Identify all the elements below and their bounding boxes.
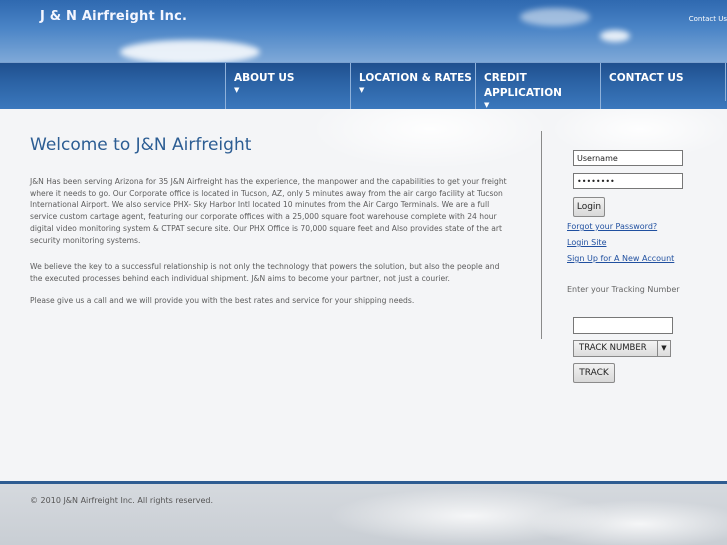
- username-field[interactable]: [573, 150, 683, 166]
- chevron-down-icon: ▼: [484, 101, 490, 109]
- nav-item-credit-application[interactable]: CREDIT APPLICATION ▼: [475, 63, 600, 110]
- main-content: Welcome to J&N Airfreight J&N Has been s…: [0, 109, 727, 481]
- intro-paragraph: Please give us a call and we will provid…: [30, 296, 415, 305]
- chevron-down-icon: ▼: [657, 341, 670, 356]
- nav-item-about-us[interactable]: ABOUT US ▼: [225, 63, 350, 110]
- tracking-type-select[interactable]: TRACK NUMBER ▼: [573, 340, 671, 357]
- site-logo[interactable]: J & N Airfreight Inc.: [40, 9, 187, 24]
- site-header: J & N Airfreight Inc. Contact Us: [0, 0, 727, 62]
- nav-item-label: CONTACT US: [609, 72, 684, 84]
- intro-paragraph: J&N Has been serving Arizona for 35 J&N …: [30, 177, 507, 245]
- contact-us-top-link[interactable]: Contact Us: [689, 15, 727, 23]
- track-button[interactable]: TRACK: [573, 363, 615, 383]
- nav-item-location-rates[interactable]: LOCATION & RATES ▼: [350, 63, 475, 110]
- login-site-link[interactable]: Login Site: [567, 238, 606, 247]
- main-nav: ABOUT US ▼ LOCATION & RATES ▼ CREDIT APP…: [0, 62, 727, 110]
- nav-divider: [725, 63, 726, 101]
- nav-item-contact-us[interactable]: CONTACT US: [600, 63, 725, 110]
- cloud-decoration: [520, 8, 590, 26]
- page-title: Welcome to J&N Airfreight: [30, 135, 252, 155]
- nav-item-label: ABOUT US: [234, 72, 295, 84]
- forgot-password-link[interactable]: Forgot your Password?: [567, 222, 657, 231]
- tracking-number-input[interactable]: [573, 317, 673, 334]
- chevron-down-icon: ▼: [234, 86, 240, 94]
- cloud-decoration: [600, 30, 630, 42]
- nav-item-label: CREDIT APPLICATION: [484, 72, 562, 99]
- select-value: TRACK NUMBER: [579, 343, 647, 353]
- cloud-decoration: [120, 40, 260, 62]
- password-field[interactable]: [573, 173, 683, 189]
- site-footer: © 2010 J&N Airfreight Inc. All rights re…: [0, 481, 727, 545]
- chevron-down-icon: ▼: [359, 86, 365, 94]
- column-divider: [541, 131, 542, 339]
- intro-paragraph: We believe the key to a successful relat…: [30, 262, 500, 283]
- nav-item-label: LOCATION & RATES: [359, 72, 472, 84]
- login-button[interactable]: Login: [573, 197, 605, 217]
- signup-link[interactable]: Sign Up for A New Account: [567, 254, 674, 263]
- tracking-label: Enter your Tracking Number: [567, 285, 680, 294]
- copyright-text: © 2010 J&N Airfreight Inc. All rights re…: [30, 496, 214, 505]
